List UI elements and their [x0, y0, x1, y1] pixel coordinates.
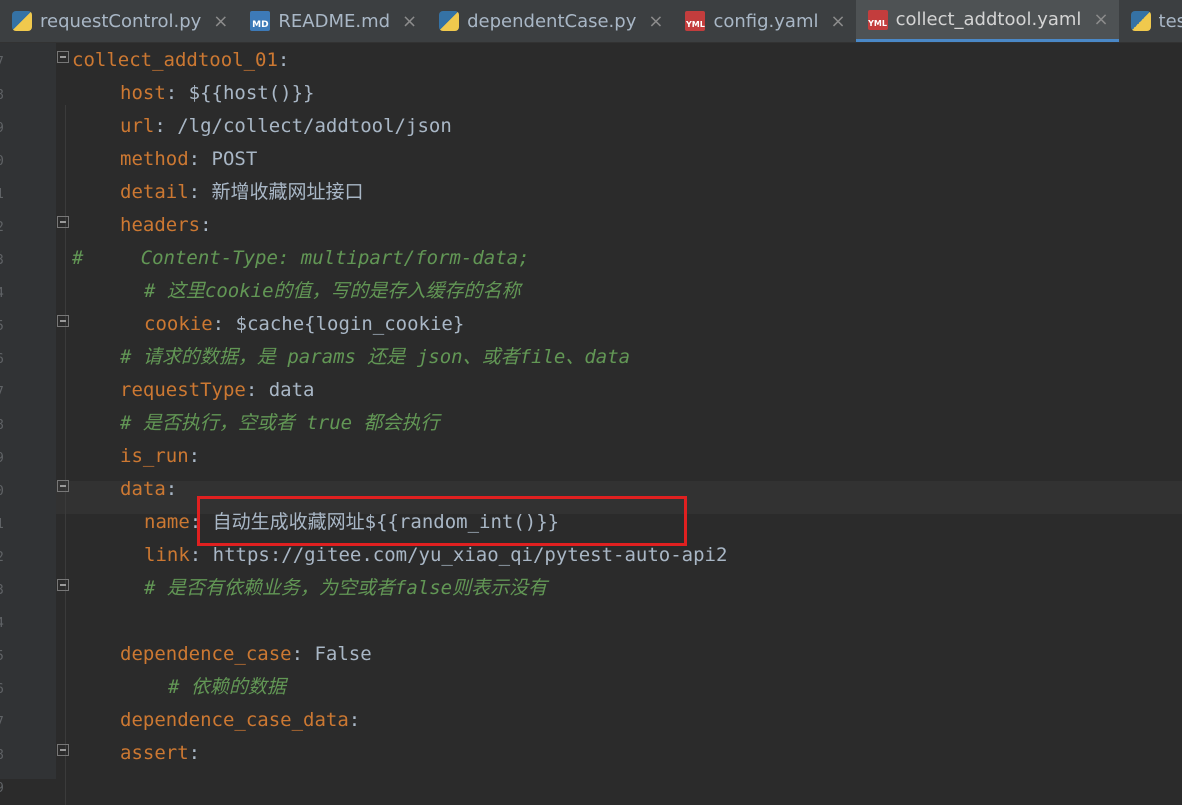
yaml-key: dependence_case_data	[120, 709, 349, 731]
code-editor[interactable]: collect_addtool_01: host: ${{host()}} ur…	[0, 43, 1182, 805]
colon: :	[188, 148, 201, 170]
code-line: assert:	[120, 737, 200, 770]
fold-marker-icon[interactable]	[57, 315, 69, 327]
yaml-value: /lg/collect/addtool/json	[165, 115, 452, 137]
tab-collect-addtool-yaml[interactable]: YML collect_addtool.yaml ×	[855, 0, 1119, 42]
close-icon[interactable]: ×	[830, 11, 845, 32]
colon: :	[188, 181, 201, 203]
code-line: host: ${{host()}}	[120, 77, 315, 110]
colon: :	[245, 379, 258, 401]
comment-line: # 这里cookie的值，写的是存入缓存的名称	[144, 280, 521, 302]
yaml-file-icon: YML	[867, 9, 888, 30]
yaml-value: data	[257, 379, 315, 401]
code-line: headers:	[120, 209, 212, 242]
comment-line: # 是否执行，空或者 true 都会执行	[120, 412, 440, 434]
yaml-value: https://gitee.com/yu_xiao_qi/pytest-auto…	[201, 544, 728, 566]
yaml-value: ${{host()}}	[177, 82, 315, 104]
fold-marker-icon[interactable]	[57, 744, 69, 756]
comment-line: # 依赖的数据	[168, 676, 286, 698]
fold-marker-icon[interactable]	[57, 51, 69, 63]
fold-marker-icon[interactable]	[57, 216, 69, 228]
comment-line: # 请求的数据，是 params 还是 json、或者file、data	[120, 346, 631, 368]
yaml-key: data	[120, 478, 166, 500]
markdown-file-icon: MD	[250, 11, 271, 31]
colon: :	[188, 445, 201, 467]
code-line: dependence_case_data:	[120, 704, 360, 737]
python-file-icon	[1130, 11, 1151, 31]
yaml-value: False	[303, 643, 372, 665]
yaml-key: name	[144, 511, 190, 533]
colon: :	[165, 478, 178, 500]
colon: :	[291, 643, 304, 665]
close-icon[interactable]: ×	[402, 11, 417, 32]
code-line: requestType: data	[120, 374, 315, 407]
close-icon[interactable]: ×	[648, 11, 663, 32]
tab-label: config.yaml	[713, 10, 819, 32]
colon: :	[189, 544, 202, 566]
yaml-value: 新增收藏网址接口	[200, 181, 364, 203]
line-number: 9	[0, 781, 6, 796]
yaml-key: is_run	[120, 445, 189, 467]
red-annotation-box	[197, 496, 687, 546]
editor-tab-bar: requestControl.py × MD README.md × depen…	[0, 0, 1182, 43]
yaml-key: detail	[120, 181, 189, 203]
yaml-key: dependence_case	[120, 643, 292, 665]
tab-label: collect_addtool.yaml	[895, 9, 1082, 30]
code-line: cookie: $cache{login_cookie}	[144, 308, 464, 341]
yaml-file-icon: YML	[685, 11, 706, 31]
colon: :	[277, 49, 290, 71]
python-file-icon	[12, 11, 32, 31]
yaml-key: collect_addtool_01	[72, 49, 278, 71]
yaml-key: host	[120, 82, 166, 104]
code-line: url: /lg/collect/addtool/json	[120, 110, 452, 143]
close-icon[interactable]: ×	[213, 11, 228, 32]
code-line: is_run:	[120, 440, 200, 473]
tab-test-co[interactable]: test_co	[1119, 0, 1182, 42]
comment-line: # 是否有依赖业务，为空或者false则表示没有	[144, 577, 548, 599]
tab-readme-md[interactable]: MD README.md ×	[238, 0, 427, 42]
tab-label: requestControl.py	[40, 10, 202, 32]
colon: :	[165, 82, 178, 104]
yaml-key: requestType	[120, 379, 246, 401]
close-icon[interactable]: ×	[1093, 9, 1108, 30]
colon: :	[212, 313, 225, 335]
yaml-key: assert	[120, 742, 189, 764]
tab-config-yaml[interactable]: YML config.yaml ×	[673, 0, 855, 42]
code-line: detail: 新增收藏网址接口	[120, 176, 364, 209]
tab-requestcontrol-py[interactable]: requestControl.py ×	[0, 0, 238, 42]
tab-label: README.md	[278, 10, 391, 32]
fold-marker-icon[interactable]	[57, 579, 69, 591]
yaml-value: $cache{login_cookie}	[224, 313, 465, 335]
yaml-key: url	[120, 115, 155, 137]
colon: :	[154, 115, 166, 137]
yaml-value: POST	[200, 148, 258, 170]
colon: :	[200, 214, 212, 236]
tab-label: dependentCase.py	[467, 10, 637, 32]
code-line: method: POST	[120, 143, 257, 176]
fold-marker-icon[interactable]	[57, 480, 69, 492]
code-line: dependence_case: False	[120, 638, 372, 671]
indent-guide	[65, 105, 66, 805]
comment-line: # Content-Type: multipart/form-data;	[72, 247, 530, 269]
yaml-key: method	[120, 148, 189, 170]
yaml-key: link	[144, 544, 190, 566]
code-line: collect_addtool_01:	[72, 44, 289, 77]
tab-dependentcase-py[interactable]: dependentCase.py ×	[427, 0, 673, 42]
tab-label: test_co	[1158, 10, 1182, 32]
colon: :	[348, 709, 361, 731]
python-file-icon	[439, 11, 460, 31]
code-line: data:	[120, 473, 177, 506]
colon: :	[188, 742, 201, 764]
yaml-key: headers	[120, 214, 201, 236]
yaml-key: cookie	[144, 313, 213, 335]
